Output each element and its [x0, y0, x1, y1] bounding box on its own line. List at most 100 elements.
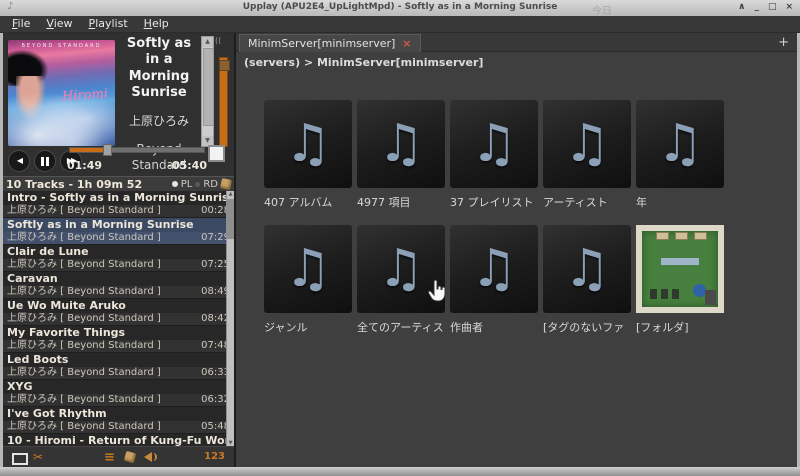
maximize-button[interactable]: □ — [768, 1, 777, 14]
track-artist: 上原ひろみ [ Beyond Standard ] — [7, 421, 161, 433]
pause-button[interactable] — [34, 150, 56, 172]
player-panel: BEYOND STANDARD Hiromi Softly as in a Mo… — [3, 33, 234, 467]
tab-minimserver[interactable]: MinimServer[minimserver] × — [239, 34, 421, 52]
folder-thumbnail — [636, 225, 724, 313]
playlist-modes: PL RD — [172, 179, 234, 190]
playlist-track[interactable]: XYG上原ひろみ [ Beyond Standard ]06:32 — [3, 380, 234, 407]
track-subtitle: 上原ひろみ [ Beyond Standard ]07:25 — [3, 259, 234, 271]
mouse-cursor-hand — [428, 280, 446, 302]
volume-slider[interactable] — [219, 57, 228, 147]
previous-button[interactable]: ◀ — [8, 150, 30, 172]
playlist-track[interactable]: Intro - Softly as in a Morning Sunrise上原… — [3, 191, 234, 218]
time-row: 01:49 -05:40 — [67, 159, 207, 172]
browser-item[interactable]: [フォルダ] — [636, 225, 729, 350]
save-playlist-icon[interactable] — [124, 451, 136, 463]
pl-mode-label[interactable]: PL — [181, 179, 193, 190]
playlist-track[interactable]: Softly as in a Morning Sunrise上原ひろみ [ Be… — [3, 218, 234, 245]
browser-item[interactable]: ♫ 4977 項目 — [357, 100, 450, 225]
repeat-icon[interactable] — [12, 453, 28, 465]
scroll-up-icon[interactable]: ▲ — [202, 37, 213, 47]
track-artist: 上原ひろみ [ Beyond Standard ] — [7, 394, 161, 406]
playlist-list-icon[interactable]: ≡ — [104, 450, 115, 465]
track-title: I've Got Rhythm — [3, 407, 234, 421]
board-part — [705, 290, 716, 305]
playlist-track[interactable]: Caravan上原ひろみ [ Beyond Standard ]08:49 — [3, 272, 234, 299]
track-artist: 上原ひろみ [ Beyond Standard ] — [7, 286, 161, 298]
playlist-track[interactable]: 10 - Hiromi - Return of Kung-Fu World Ch… — [3, 434, 234, 446]
scroll-up-icon[interactable]: ▲ — [227, 191, 234, 197]
track-artist: 上原ひろみ [ Beyond Standard ] — [7, 232, 161, 244]
playlist-track[interactable]: My Favorite Things上原ひろみ [ Beyond Standar… — [3, 326, 234, 353]
tab-bar: MinimServer[minimserver] × + — [236, 33, 797, 52]
shade-button[interactable]: ∧ — [738, 1, 745, 14]
album-art-artist-text: Hiromi — [62, 86, 109, 104]
speaker-icon[interactable] — [144, 452, 152, 462]
menu-help[interactable]: Help — [136, 16, 177, 32]
playlist-scrollbar[interactable]: ▲ ▼ — [226, 191, 234, 446]
playlist: Intro - Softly as in a Morning Sunrise上原… — [3, 191, 234, 446]
now-playing-info: Softly as in a Morning Sunrise 上原ひろみ Bey… — [118, 36, 200, 146]
window-controls: ∧ _ □ × — [738, 1, 793, 14]
pl-active-dot — [172, 181, 178, 187]
browser-item-label: ジャンル — [264, 319, 354, 335]
browser-item-label: [フォルダ] — [636, 319, 726, 335]
stop-button[interactable] — [208, 145, 225, 162]
music-tile: ♫ — [636, 100, 724, 188]
track-artist: 上原ひろみ [ Beyond Standard ] — [7, 313, 161, 325]
browser-item-label: 全てのアーティス — [357, 319, 447, 335]
seek-slider[interactable] — [69, 147, 205, 153]
window-border-left — [0, 33, 3, 476]
track-subtitle: 上原ひろみ [ Beyond Standard ]00:28 — [3, 205, 234, 217]
browser-item[interactable]: ♫ アーティスト — [543, 100, 636, 225]
browser-item[interactable]: ♫407 アルバム — [264, 100, 357, 225]
music-note-icon: ♫ — [564, 114, 611, 174]
board-part — [672, 289, 679, 299]
music-note-icon: ♫ — [657, 114, 704, 174]
browser-item-label: 37 プレイリスト — [450, 194, 540, 210]
playlist-track[interactable]: Ue Wo Muite Aruko上原ひろみ [ Beyond Standard… — [3, 299, 234, 326]
track-title: Caravan — [3, 272, 234, 286]
playlist-status-bar: 10 Tracks - 1h 09m 52 PL RD — [3, 176, 234, 191]
board-part — [694, 232, 707, 240]
board-part — [675, 232, 688, 240]
seek-handle[interactable] — [103, 144, 112, 156]
music-note-icon: ♫ — [285, 239, 332, 299]
browser-item-label: アーティスト — [543, 194, 633, 210]
menu-view[interactable]: View — [38, 16, 80, 32]
titlebar[interactable]: ♪ Upplay (APU2E4_UpLightMpd) - Softly as… — [0, 0, 800, 17]
music-note-icon: ♫ — [285, 114, 332, 174]
scissors-icon[interactable]: ✂ — [33, 450, 43, 464]
elapsed-time: 01:49 — [67, 159, 102, 172]
playlist-summary: 10 Tracks - 1h 09m 52 — [3, 178, 172, 191]
browser-item[interactable]: ♫年 — [636, 100, 729, 225]
scrollbar-thumb[interactable] — [227, 199, 234, 239]
playlist-mode-icon[interactable] — [220, 178, 232, 190]
music-note-icon: ♫ — [378, 114, 425, 174]
add-tab-button[interactable]: + — [778, 36, 789, 49]
playlist-track[interactable]: I've Got Rhythm上原ひろみ [ Beyond Standard ]… — [3, 407, 234, 434]
info-scrollbar[interactable]: ▲ ▼ — [201, 36, 214, 147]
window-border-bottom — [0, 467, 800, 476]
browser-item[interactable]: ♫ ジャンル — [264, 225, 357, 350]
upplay-window: ♪ Upplay (APU2E4_UpLightMpd) - Softly as… — [0, 0, 800, 476]
breadcrumb[interactable]: (servers) > MinimServer[minimserver] — [236, 52, 797, 71]
menu-file[interactable]: File — [4, 16, 38, 32]
track-title: 10 - Hiromi - Return of Kung-Fu World Ch… — [3, 434, 234, 446]
track-subtitle: 上原ひろみ [ Beyond Standard ]08:42 — [3, 313, 234, 325]
menu-playlist[interactable]: Playlist — [81, 16, 136, 32]
track-numbers-icon[interactable]: 123 — [204, 451, 225, 462]
volume-handle[interactable] — [219, 60, 230, 71]
tab-close-icon[interactable]: × — [402, 38, 411, 49]
scrollbar-thumb[interactable] — [203, 48, 214, 126]
minimize-button[interactable]: _ — [754, 1, 759, 14]
playlist-track[interactable]: Clair de Lune上原ひろみ [ Beyond Standard ]07… — [3, 245, 234, 272]
pause-icon — [35, 151, 55, 166]
close-button[interactable]: × — [785, 1, 793, 14]
browser-item[interactable]: ♫作曲者 — [450, 225, 543, 350]
browser-item-label: 4977 項目 — [357, 194, 447, 210]
browser-item[interactable]: ♫[タグのないファ — [543, 225, 636, 350]
rd-mode-label[interactable]: RD — [203, 179, 218, 190]
browser-item-label: 年 — [636, 194, 726, 210]
browser-item[interactable]: ♫37 プレイリスト — [450, 100, 543, 225]
playlist-track[interactable]: Led Boots上原ひろみ [ Beyond Standard ]06:33 — [3, 353, 234, 380]
